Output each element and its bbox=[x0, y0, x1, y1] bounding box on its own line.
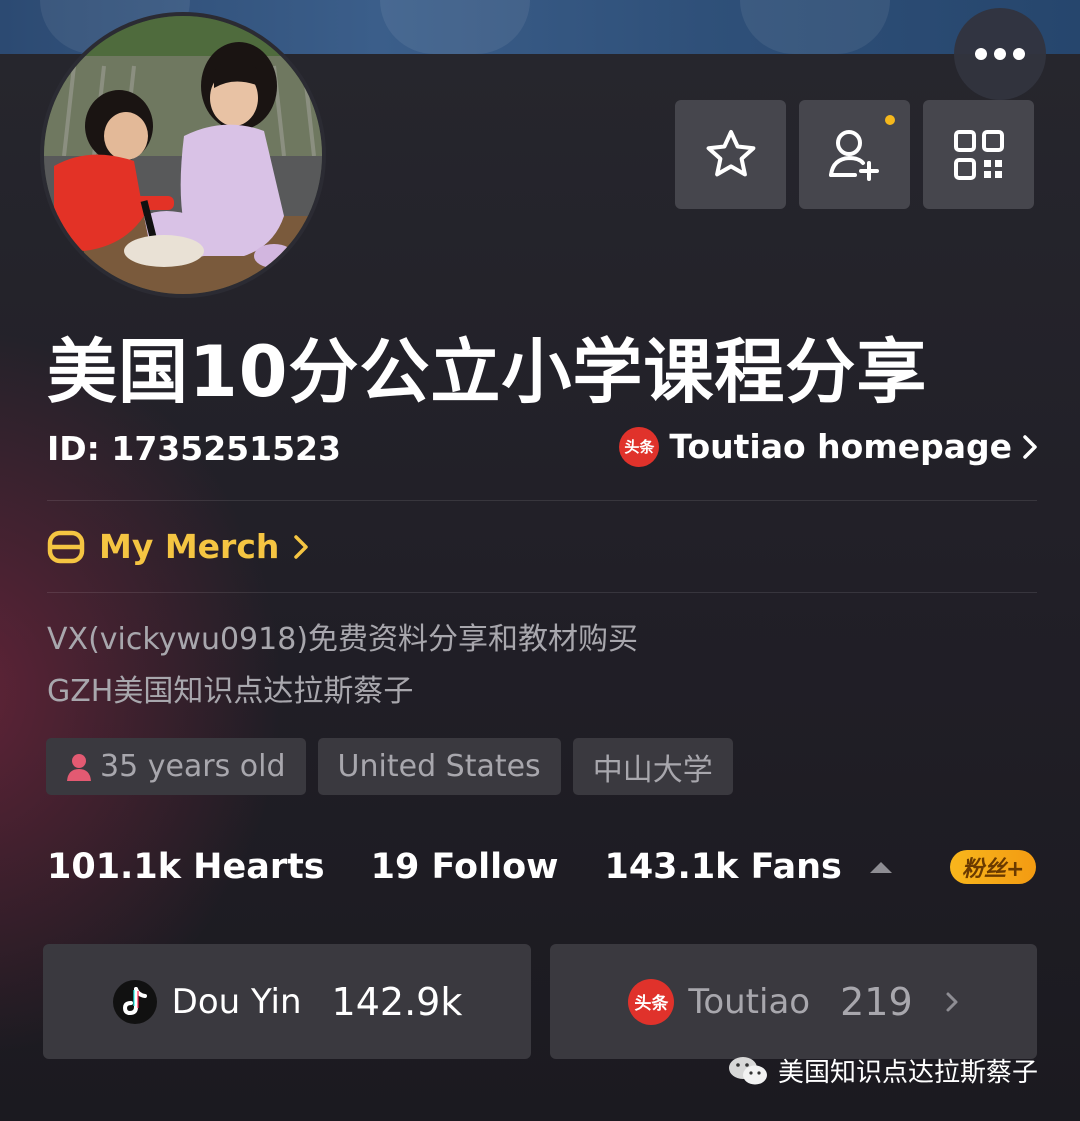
douyin-card[interactable]: Dou Yin 142.9k bbox=[43, 944, 531, 1059]
bio: VX(vickywu0918)免费资料分享和教材购买 GZH美国知识点达拉斯蔡子 bbox=[47, 614, 638, 718]
qr-code-button[interactable] bbox=[923, 100, 1034, 209]
stats-row: 101.1k Hearts 19 Follow 143.1k Fans bbox=[47, 842, 894, 892]
bio-line: GZH美国知识点达拉斯蔡子 bbox=[47, 674, 414, 709]
chevron-right-icon bbox=[946, 992, 958, 1011]
toutiao-logo-icon: 头条 bbox=[628, 978, 675, 1025]
avatar[interactable] bbox=[40, 12, 326, 298]
douyin-icon bbox=[112, 979, 157, 1024]
watermark-text: 美国知识点达拉斯蔡子 bbox=[778, 1058, 1039, 1088]
toutiao-logo-icon: 头条 bbox=[619, 427, 660, 467]
more-dot bbox=[975, 48, 987, 60]
toutiao-card[interactable]: 头条 Toutiao 219 bbox=[550, 944, 1037, 1059]
age-tag-label: 35 years old bbox=[100, 749, 286, 784]
divider bbox=[47, 592, 1037, 593]
toutiao-count: 219 bbox=[840, 979, 913, 1024]
divider bbox=[47, 500, 1037, 501]
favorite-button[interactable] bbox=[675, 100, 786, 209]
chevron-right-icon bbox=[1023, 435, 1037, 459]
qr-code-icon bbox=[953, 129, 1004, 180]
fans-stat[interactable]: 143.1k Fans bbox=[604, 842, 841, 892]
bio-line: VX(vickywu0918)免费资料分享和教材购买 bbox=[47, 622, 639, 657]
more-dot bbox=[994, 48, 1006, 60]
toutiao-homepage-link[interactable]: 头条 Toutiao homepage bbox=[619, 426, 1038, 468]
add-user-icon bbox=[828, 129, 879, 181]
more-options-button[interactable] bbox=[954, 8, 1046, 100]
notification-dot bbox=[885, 115, 895, 125]
star-icon bbox=[706, 129, 755, 176]
toutiao-label: Toutiao bbox=[688, 981, 811, 1022]
douyin-label: Dou Yin bbox=[171, 981, 302, 1022]
douyin-count: 142.9k bbox=[331, 979, 463, 1024]
school-tag: 中山大学 bbox=[572, 738, 733, 795]
merch-icon bbox=[47, 530, 85, 564]
profile-name: 美国10分公立小学课程分享 bbox=[47, 331, 928, 413]
hearts-stat: 101.1k Hearts bbox=[47, 847, 325, 887]
user-id: ID: 1735251523 bbox=[47, 429, 341, 468]
profile-tags: 35 years old United States 中山大学 bbox=[46, 738, 733, 795]
chevron-right-icon bbox=[294, 535, 309, 559]
location-tag: United States bbox=[317, 738, 561, 795]
follow-stat[interactable]: 19 Follow bbox=[371, 842, 559, 892]
person-icon bbox=[67, 753, 91, 781]
wechat-watermark: 美国知识点达拉斯蔡子 bbox=[728, 1052, 1038, 1089]
caret-up-icon[interactable] bbox=[868, 859, 894, 875]
add-friend-button[interactable] bbox=[799, 100, 910, 209]
my-merch-label: My Merch bbox=[99, 527, 280, 566]
my-merch-link[interactable]: My Merch bbox=[47, 526, 309, 568]
more-dot bbox=[1013, 48, 1025, 60]
toutiao-homepage-label: Toutiao homepage bbox=[669, 427, 1012, 466]
avatar-photo bbox=[44, 16, 322, 294]
wechat-icon bbox=[729, 1056, 767, 1084]
fans-plus-badge[interactable]: 粉丝+ bbox=[950, 850, 1037, 884]
age-tag: 35 years old bbox=[46, 738, 306, 795]
